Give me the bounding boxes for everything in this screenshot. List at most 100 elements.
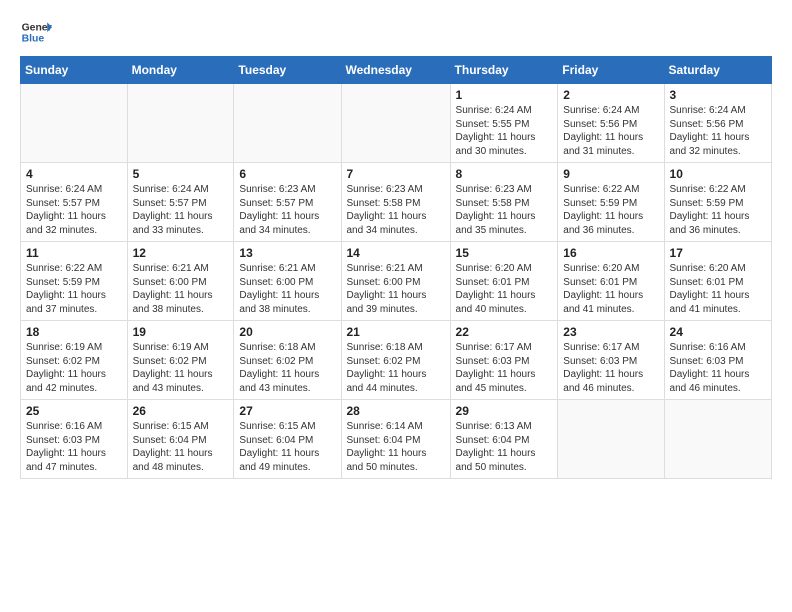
day-info: Sunrise: 6:19 AM Sunset: 6:02 PM Dayligh… xyxy=(133,341,230,395)
day-cell: 8 Sunrise: 6:23 AM Sunset: 5:58 PM Daylig… xyxy=(450,163,558,242)
day-cell: 19Sunrise: 6:19 AM Sunset: 6:02 PM Dayli… xyxy=(127,321,234,400)
day-number: 26 xyxy=(133,404,230,418)
day-cell: 7 Sunrise: 6:23 AM Sunset: 5:58 PM Daylig… xyxy=(341,163,450,242)
day-number: 23 xyxy=(563,325,659,339)
day-number: 4 xyxy=(26,167,123,181)
day-number: 11 xyxy=(26,246,123,260)
week-row-3: 11 Sunrise: 6:22 AM Sunset: 5:59 PM Dayli… xyxy=(21,242,772,321)
day-cell: 6 Sunrise: 6:23 AM Sunset: 5:57 PM Daylig… xyxy=(234,163,341,242)
day-info: Sunrise: 6:24 AM Sunset: 5:57 PM Dayligh… xyxy=(133,183,230,237)
day-cell: 27 Sunrise: 6:15 AM Sunset: 6:04 PM Dayli… xyxy=(234,400,341,479)
day-cell: 12 Sunrise: 6:21 AM Sunset: 6:00 PM Dayli… xyxy=(127,242,234,321)
day-info: Sunrise: 6:22 AM Sunset: 5:59 PM Dayligh… xyxy=(26,262,123,316)
day-number: 7 xyxy=(347,167,446,181)
day-info: Sunrise: 6:24 AM Sunset: 5:56 PM Dayligh… xyxy=(563,104,659,158)
week-row-4: 18Sunrise: 6:19 AM Sunset: 6:02 PM Dayli… xyxy=(21,321,772,400)
day-info: Sunrise: 6:16 AM Sunset: 6:03 PM Dayligh… xyxy=(26,420,123,474)
weekday-saturday: Saturday xyxy=(664,57,771,84)
day-info: Sunrise: 6:15 AM Sunset: 6:04 PM Dayligh… xyxy=(239,420,336,474)
day-cell xyxy=(664,400,771,479)
day-info: Sunrise: 6:22 AM Sunset: 5:59 PM Dayligh… xyxy=(670,183,767,237)
day-info: Sunrise: 6:24 AM Sunset: 5:57 PM Dayligh… xyxy=(26,183,123,237)
week-row-1: 1 Sunrise: 6:24 AM Sunset: 5:55 PM Daylig… xyxy=(21,84,772,163)
day-number: 20 xyxy=(239,325,336,339)
day-number: 29 xyxy=(456,404,554,418)
day-number: 17 xyxy=(670,246,767,260)
day-cell xyxy=(341,84,450,163)
day-cell: 18Sunrise: 6:19 AM Sunset: 6:02 PM Dayli… xyxy=(21,321,128,400)
day-info: Sunrise: 6:18 AM Sunset: 6:02 PM Dayligh… xyxy=(239,341,336,395)
day-info: Sunrise: 6:23 AM Sunset: 5:58 PM Dayligh… xyxy=(456,183,554,237)
week-row-5: 25 Sunrise: 6:16 AM Sunset: 6:03 PM Dayli… xyxy=(21,400,772,479)
svg-text:Blue: Blue xyxy=(22,34,45,45)
day-cell: 1 Sunrise: 6:24 AM Sunset: 5:55 PM Daylig… xyxy=(450,84,558,163)
day-number: 10 xyxy=(670,167,767,181)
day-number: 9 xyxy=(563,167,659,181)
day-info: Sunrise: 6:13 AM Sunset: 6:04 PM Dayligh… xyxy=(456,420,554,474)
week-row-2: 4 Sunrise: 6:24 AM Sunset: 5:57 PM Daylig… xyxy=(21,163,772,242)
weekday-wednesday: Wednesday xyxy=(341,57,450,84)
day-number: 2 xyxy=(563,88,659,102)
weekday-friday: Friday xyxy=(558,57,664,84)
day-info: Sunrise: 6:20 AM Sunset: 6:01 PM Dayligh… xyxy=(670,262,767,316)
day-cell: 17 Sunrise: 6:20 AM Sunset: 6:01 PM Dayli… xyxy=(664,242,771,321)
day-number: 8 xyxy=(456,167,554,181)
weekday-sunday: Sunday xyxy=(21,57,128,84)
day-cell: 15Sunrise: 6:20 AM Sunset: 6:01 PM Dayli… xyxy=(450,242,558,321)
day-info: Sunrise: 6:21 AM Sunset: 6:00 PM Dayligh… xyxy=(347,262,446,316)
day-number: 12 xyxy=(133,246,230,260)
day-info: Sunrise: 6:24 AM Sunset: 5:55 PM Dayligh… xyxy=(456,104,554,158)
weekday-thursday: Thursday xyxy=(450,57,558,84)
day-cell: 23 Sunrise: 6:17 AM Sunset: 6:03 PM Dayli… xyxy=(558,321,664,400)
day-cell: 9Sunrise: 6:22 AM Sunset: 5:59 PM Daylig… xyxy=(558,163,664,242)
weekday-header-row: SundayMondayTuesdayWednesdayThursdayFrid… xyxy=(21,57,772,84)
day-number: 25 xyxy=(26,404,123,418)
day-info: Sunrise: 6:14 AM Sunset: 6:04 PM Dayligh… xyxy=(347,420,446,474)
day-cell: 16 Sunrise: 6:20 AM Sunset: 6:01 PM Dayli… xyxy=(558,242,664,321)
logo-icon: General Blue xyxy=(20,16,52,48)
day-info: Sunrise: 6:20 AM Sunset: 6:01 PM Dayligh… xyxy=(563,262,659,316)
day-info: Sunrise: 6:17 AM Sunset: 6:03 PM Dayligh… xyxy=(563,341,659,395)
day-number: 27 xyxy=(239,404,336,418)
day-info: Sunrise: 6:18 AM Sunset: 6:02 PM Dayligh… xyxy=(347,341,446,395)
day-cell xyxy=(127,84,234,163)
day-info: Sunrise: 6:23 AM Sunset: 5:57 PM Dayligh… xyxy=(239,183,336,237)
day-cell: 11 Sunrise: 6:22 AM Sunset: 5:59 PM Dayli… xyxy=(21,242,128,321)
day-cell: 14 Sunrise: 6:21 AM Sunset: 6:00 PM Dayli… xyxy=(341,242,450,321)
day-info: Sunrise: 6:24 AM Sunset: 5:56 PM Dayligh… xyxy=(670,104,767,158)
weekday-tuesday: Tuesday xyxy=(234,57,341,84)
day-cell: 26 Sunrise: 6:15 AM Sunset: 6:04 PM Dayli… xyxy=(127,400,234,479)
day-number: 13 xyxy=(239,246,336,260)
day-cell: 22 Sunrise: 6:17 AM Sunset: 6:03 PM Dayli… xyxy=(450,321,558,400)
day-cell: 5Sunrise: 6:24 AM Sunset: 5:57 PM Daylig… xyxy=(127,163,234,242)
day-info: Sunrise: 6:21 AM Sunset: 6:00 PM Dayligh… xyxy=(133,262,230,316)
day-info: Sunrise: 6:21 AM Sunset: 6:00 PM Dayligh… xyxy=(239,262,336,316)
day-cell xyxy=(234,84,341,163)
day-number: 15 xyxy=(456,246,554,260)
day-cell: 10 Sunrise: 6:22 AM Sunset: 5:59 PM Dayli… xyxy=(664,163,771,242)
day-info: Sunrise: 6:16 AM Sunset: 6:03 PM Dayligh… xyxy=(670,341,767,395)
day-number: 1 xyxy=(456,88,554,102)
day-cell: 13 Sunrise: 6:21 AM Sunset: 6:00 PM Dayli… xyxy=(234,242,341,321)
day-info: Sunrise: 6:15 AM Sunset: 6:04 PM Dayligh… xyxy=(133,420,230,474)
day-number: 22 xyxy=(456,325,554,339)
day-cell xyxy=(558,400,664,479)
day-cell xyxy=(21,84,128,163)
page: General Blue SundayMondayTuesdayWednesda… xyxy=(0,0,792,489)
day-number: 3 xyxy=(670,88,767,102)
day-cell: 20 Sunrise: 6:18 AM Sunset: 6:02 PM Dayli… xyxy=(234,321,341,400)
day-cell: 4 Sunrise: 6:24 AM Sunset: 5:57 PM Daylig… xyxy=(21,163,128,242)
day-number: 14 xyxy=(347,246,446,260)
day-number: 16 xyxy=(563,246,659,260)
weekday-monday: Monday xyxy=(127,57,234,84)
day-info: Sunrise: 6:17 AM Sunset: 6:03 PM Dayligh… xyxy=(456,341,554,395)
day-info: Sunrise: 6:23 AM Sunset: 5:58 PM Dayligh… xyxy=(347,183,446,237)
day-number: 28 xyxy=(347,404,446,418)
day-number: 24 xyxy=(670,325,767,339)
day-cell: 28 Sunrise: 6:14 AM Sunset: 6:04 PM Dayli… xyxy=(341,400,450,479)
calendar: SundayMondayTuesdayWednesdayThursdayFrid… xyxy=(20,56,772,479)
day-number: 6 xyxy=(239,167,336,181)
day-cell: 2 Sunrise: 6:24 AM Sunset: 5:56 PM Daylig… xyxy=(558,84,664,163)
day-info: Sunrise: 6:19 AM Sunset: 6:02 PM Dayligh… xyxy=(26,341,123,395)
day-cell: 21Sunrise: 6:18 AM Sunset: 6:02 PM Dayli… xyxy=(341,321,450,400)
